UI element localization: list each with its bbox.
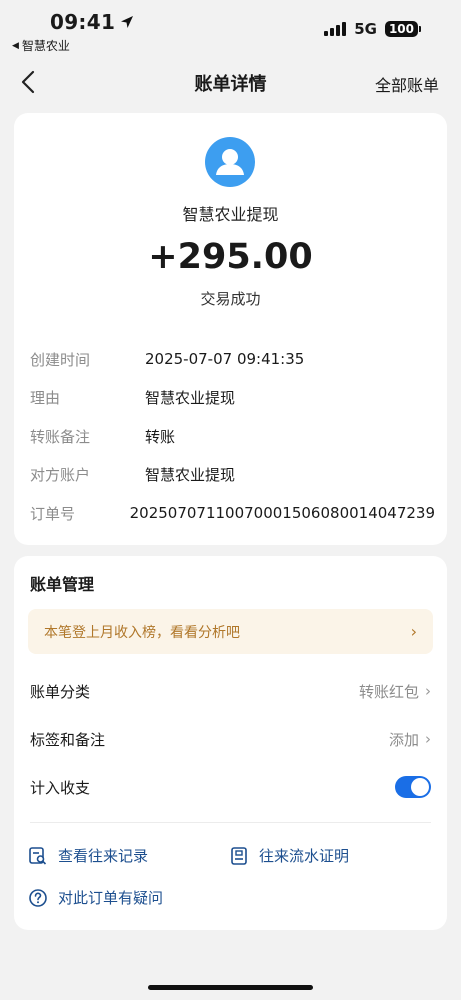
detail-label: 转账备注 [30, 427, 91, 446]
detail-row-order-number: 订单号 20250707110070001506080014047239 [30, 494, 435, 533]
detail-label: 订单号 [30, 504, 76, 523]
cellular-signal-icon [324, 22, 347, 36]
clock: 09:41 [50, 10, 135, 34]
location-arrow-icon [121, 16, 134, 28]
document-icon [231, 846, 247, 865]
detail-value[interactable]: 20250707110070001506080014047239 [130, 504, 435, 522]
link-label: 对此订单有疑问 [58, 889, 164, 907]
section-title: 账单管理 [30, 575, 95, 594]
row-label: 标签和备注 [30, 730, 106, 749]
status-indicators: 5G 100 [324, 20, 421, 38]
detail-label: 对方账户 [30, 466, 91, 485]
bill-summary-card: 智慧农业提现 +295.00 交易成功 创建时间 2025-07-07 09:4… [14, 113, 447, 545]
detail-value: 2025-07-07 09:41:35 [145, 350, 305, 369]
back-to-app-button[interactable]: ◀ 智慧农业 [12, 37, 70, 54]
divider [30, 822, 431, 823]
detail-row-note: 转账备注 转账 [30, 417, 435, 456]
back-triangle-icon: ◀ [12, 40, 19, 51]
include-income-toggle[interactable] [395, 776, 431, 798]
bill-category-row[interactable]: 账单分类 转账红包 › [30, 676, 431, 706]
status-bar: 09:41 ◀ 智慧农业 5G 100 [0, 0, 461, 56]
question-circle-icon [29, 888, 47, 907]
detail-label: 创建时间 [30, 350, 91, 369]
row-value: 转账红包 [358, 682, 419, 701]
detail-row-created-time: 创建时间 2025-07-07 09:41:35 [30, 340, 435, 379]
chevron-right-icon: › [425, 730, 431, 748]
link-label: 往来流水证明 [259, 847, 350, 865]
user-icon [216, 149, 244, 175]
clock-time: 09:41 [50, 10, 116, 34]
row-label: 账单分类 [30, 682, 91, 701]
detail-label: 理由 [30, 389, 61, 408]
row-value: 添加 [388, 730, 419, 749]
all-bills-link[interactable]: 全部账单 [375, 72, 439, 96]
bill-management-card: 账单管理 本笔登上月收入榜，看看分析吧 › 账单分类 转账红包 › 标签和备注 … [14, 556, 447, 930]
detail-value: 智慧农业提现 [145, 466, 236, 485]
link-label: 查看往来记录 [58, 847, 149, 865]
back-chevron-icon[interactable] [18, 68, 42, 96]
detail-value: 转账 [145, 427, 176, 446]
detail-row-reason: 理由 智慧农业提现 [30, 379, 435, 418]
amount: +295.00 [148, 237, 313, 277]
transaction-proof-link[interactable]: 往来流水证明 [229, 845, 349, 866]
income-ranking-banner[interactable]: 本笔登上月收入榜，看看分析吧 › [28, 609, 433, 654]
chevron-right-icon: › [410, 622, 417, 641]
battery-icon: 100 [384, 21, 421, 37]
search-record-icon [29, 846, 47, 865]
battery-level: 100 [384, 21, 418, 37]
network-type: 5G [354, 20, 377, 38]
tags-notes-row[interactable]: 标签和备注 添加 › [30, 724, 431, 754]
view-history-link[interactable]: 查看往来记录 [28, 845, 148, 866]
detail-list: 创建时间 2025-07-07 09:41:35 理由 智慧农业提现 转账备注 … [30, 340, 435, 533]
row-label: 计入收支 [30, 778, 91, 797]
transaction-status: 交易成功 [200, 290, 261, 308]
home-indicator[interactable] [148, 985, 313, 990]
merchant-name: 智慧农业提现 [182, 205, 279, 224]
back-app-label: 智慧农业 [21, 39, 70, 53]
banner-text: 本笔登上月收入榜，看看分析吧 [44, 624, 240, 641]
order-question-link[interactable]: 对此订单有疑问 [28, 887, 163, 908]
detail-row-counterparty: 对方账户 智慧农业提现 [30, 456, 435, 495]
chevron-right-icon: › [425, 682, 431, 700]
detail-value: 智慧农业提现 [145, 389, 236, 408]
include-income-row: 计入收支 [30, 772, 431, 802]
avatar [205, 137, 255, 187]
nav-bar: 账单详情 全部账单 [0, 56, 461, 108]
